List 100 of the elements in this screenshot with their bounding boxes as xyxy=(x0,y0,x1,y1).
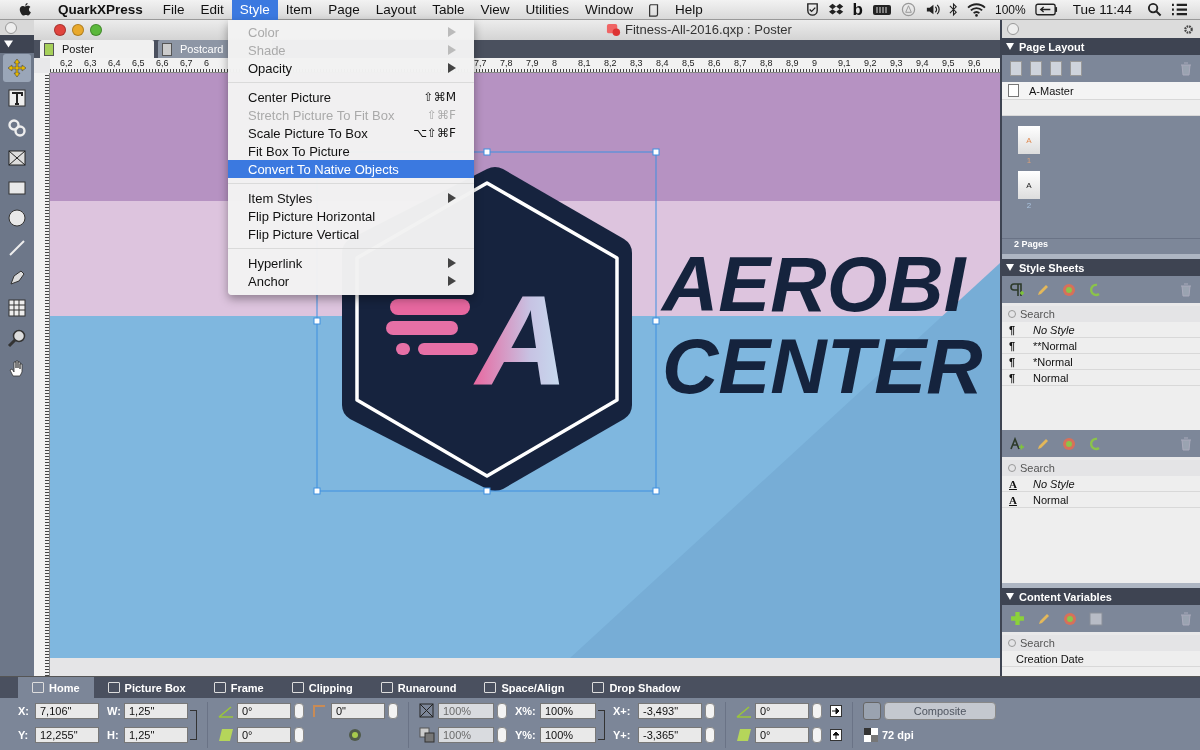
variable-icon[interactable] xyxy=(1089,611,1103,626)
stepper[interactable] xyxy=(812,703,822,719)
zoom-button[interactable] xyxy=(90,24,102,36)
master-page-item[interactable]: A-Master xyxy=(1002,82,1200,100)
list-icon[interactable] xyxy=(1171,2,1188,17)
menu-item[interactable]: File xyxy=(154,0,193,20)
page-icon[interactable] xyxy=(1070,61,1082,76)
minimize-button[interactable] xyxy=(72,24,84,36)
check-shield-icon[interactable] xyxy=(804,2,820,17)
stepper[interactable] xyxy=(497,703,507,719)
gear-icon[interactable] xyxy=(1183,23,1194,35)
pencil-icon[interactable] xyxy=(1036,282,1050,297)
value-field[interactable]: 0° xyxy=(237,703,291,719)
status-glyph[interactable]: b xyxy=(852,0,863,20)
stepper[interactable] xyxy=(705,703,715,719)
menu-item[interactable]: Opacity xyxy=(228,59,474,77)
stepper[interactable] xyxy=(497,727,507,743)
value-field[interactable]: 12,255" xyxy=(35,727,99,743)
stylesheet-entry[interactable]: No Style xyxy=(1033,477,1075,490)
menu-item[interactable]: Style xyxy=(231,0,278,20)
stepper[interactable] xyxy=(705,727,715,743)
memory-icon[interactable] xyxy=(872,3,892,16)
menu-item[interactable]: Table xyxy=(424,0,473,20)
duplicate-icon[interactable] xyxy=(1062,436,1076,451)
flip-horizontal-icon[interactable] xyxy=(830,705,842,717)
panel-header[interactable]: Page Layout xyxy=(1002,38,1200,55)
stylesheet-entry[interactable]: No Style xyxy=(1033,323,1075,336)
measurement-tab[interactable]: Home xyxy=(18,677,94,698)
measurement-tab[interactable]: Frame xyxy=(199,677,278,698)
value-field[interactable]: 1,25" xyxy=(124,727,188,743)
menu-item[interactable]: Anchor xyxy=(228,272,474,290)
value-field[interactable]: 0° xyxy=(755,703,809,719)
menu-item[interactable]: Convert To Native Objects xyxy=(228,160,474,178)
value-field[interactable]: 100% xyxy=(540,727,596,743)
menu-item[interactable]: View xyxy=(472,0,518,20)
resize-handle[interactable] xyxy=(313,317,321,325)
link-toggle-icon[interactable] xyxy=(598,710,605,740)
menu-item[interactable]: Page xyxy=(320,0,368,20)
stylesheet-entry[interactable]: **Normal xyxy=(1033,339,1077,352)
menu-item[interactable]: Flip Picture Vertical xyxy=(228,225,474,243)
measurement-tab[interactable]: Space/Align xyxy=(470,677,579,698)
resize-handle[interactable] xyxy=(652,148,660,156)
clock[interactable]: Tue 11:44 xyxy=(1072,2,1132,17)
menu-item[interactable]: Fit Box To Picture xyxy=(228,142,474,160)
resize-handle[interactable] xyxy=(652,317,660,325)
resize-handle[interactable] xyxy=(483,487,491,495)
value-field[interactable]: 0" xyxy=(331,703,385,719)
page-icon[interactable] xyxy=(1050,61,1062,76)
undo-icon[interactable] xyxy=(1088,436,1102,451)
stepper[interactable] xyxy=(812,727,822,743)
menu-item[interactable]: Utilities xyxy=(517,0,578,20)
measurement-tab[interactable]: Drop Shadow xyxy=(578,677,695,698)
search-icon[interactable] xyxy=(1147,2,1162,17)
timer-icon[interactable] xyxy=(901,2,916,17)
duplicate-icon[interactable] xyxy=(1062,282,1076,297)
pencil-icon[interactable] xyxy=(1036,436,1050,451)
bluetooth-icon[interactable] xyxy=(949,2,958,17)
circle-button[interactable] xyxy=(1007,23,1019,35)
value-field[interactable]: 1,25" xyxy=(124,703,188,719)
link-toggle-icon[interactable] xyxy=(190,710,197,740)
menu-item[interactable]: Layout xyxy=(367,0,425,20)
box-icon[interactable] xyxy=(828,2,844,17)
new-character-style-icon[interactable] xyxy=(1010,436,1024,451)
close-button[interactable] xyxy=(54,24,66,36)
stylesheet-entry[interactable]: *Normal xyxy=(1033,355,1073,368)
disclosure-triangle-icon[interactable] xyxy=(4,40,13,48)
duplicate-icon[interactable] xyxy=(1063,611,1077,626)
new-style-icon[interactable] xyxy=(1010,282,1024,297)
stylesheet-entry[interactable]: Normal xyxy=(1033,371,1069,384)
value-field[interactable]: 0° xyxy=(237,727,291,743)
stepper[interactable] xyxy=(388,703,398,719)
value-field[interactable]: -3,493" xyxy=(638,703,702,719)
stepper[interactable] xyxy=(294,727,304,743)
value-field[interactable]: 100% xyxy=(540,703,596,719)
resize-handle[interactable] xyxy=(652,487,660,495)
stepper[interactable] xyxy=(294,703,304,719)
menu-item[interactable]: Flip Picture Horizontal xyxy=(228,207,474,225)
add-icon[interactable] xyxy=(1010,611,1025,626)
flip-vertical-icon[interactable] xyxy=(830,729,842,741)
undo-icon[interactable] xyxy=(1088,282,1102,297)
panel-header[interactable]: Content Variables xyxy=(1002,588,1200,605)
measurement-tab[interactable]: Runaround xyxy=(366,677,471,698)
resize-handle[interactable] xyxy=(483,148,491,156)
menu-item[interactable]: Window xyxy=(577,0,642,20)
wifi-icon[interactable] xyxy=(967,2,986,17)
measurement-tab[interactable]: Clipping xyxy=(277,677,367,698)
value-field[interactable]: 0° xyxy=(755,727,809,743)
value-field[interactable]: -3,365" xyxy=(638,727,702,743)
page-icon[interactable] xyxy=(1010,61,1022,76)
menu-item[interactable]: Item Styles xyxy=(228,189,474,207)
menu-item[interactable]: Edit xyxy=(192,0,232,20)
panel-header[interactable]: Style Sheets xyxy=(1002,259,1200,276)
menu-item[interactable]: Help xyxy=(667,0,711,20)
menu-item[interactable]: Center Picture ⇧⌘M xyxy=(228,88,474,106)
app-menu[interactable]: QuarkXPress xyxy=(50,0,151,20)
resize-handle[interactable] xyxy=(313,487,321,495)
battery-icon[interactable] xyxy=(1034,3,1058,16)
stylesheet-entry[interactable]: Normal xyxy=(1033,493,1069,506)
menu-item[interactable]: Scale Picture To Box ⌥⇧⌘F xyxy=(228,124,474,142)
measurement-tab[interactable]: Picture Box xyxy=(93,677,200,698)
